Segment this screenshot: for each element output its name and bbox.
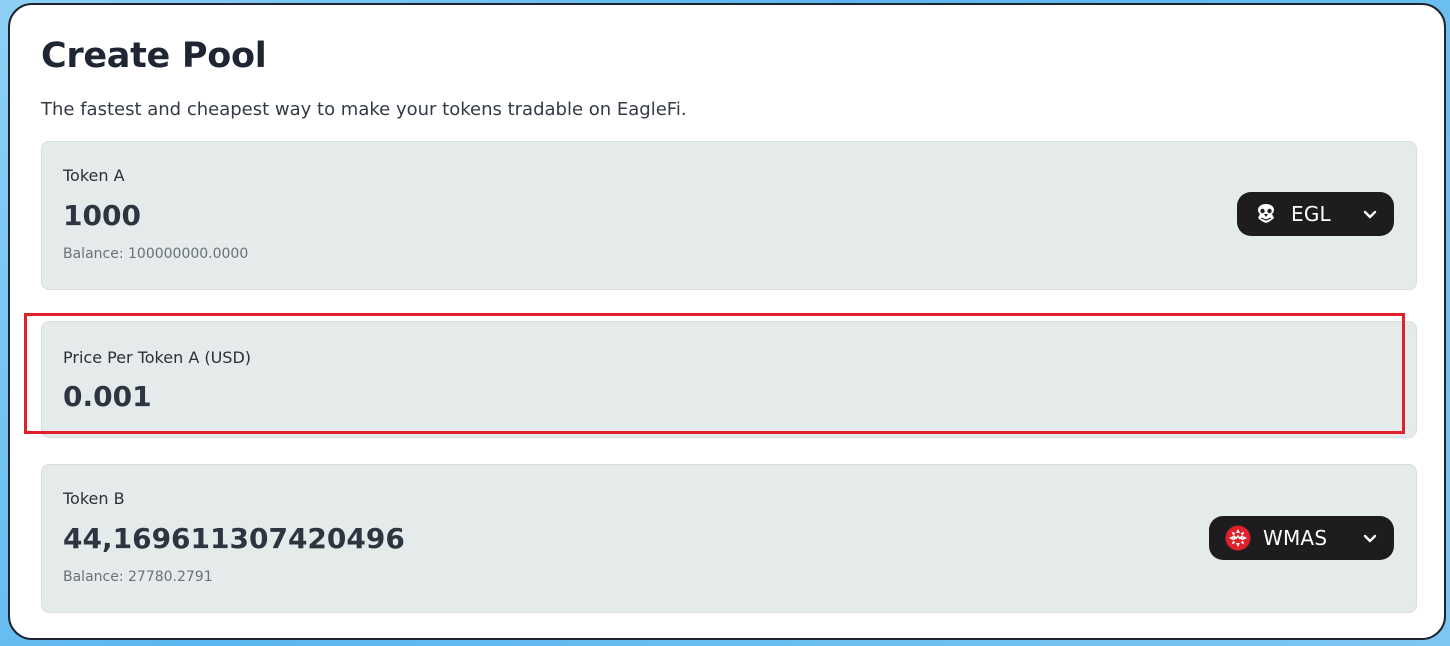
page-subtitle: The fastest and cheapest way to make you… xyxy=(41,99,687,120)
token-a-select-button[interactable]: EGL xyxy=(1237,192,1394,236)
token-a-label: Token A xyxy=(63,166,125,185)
massa-logo-icon xyxy=(1225,525,1251,551)
token-a-symbol: EGL xyxy=(1291,202,1331,226)
token-b-label: Token B xyxy=(63,489,125,508)
token-a-balance: Balance: 100000000.0000 xyxy=(63,246,249,262)
page-title: Create Pool xyxy=(41,36,267,76)
token-b-panel: Token B 44,169611307420496 Balance: 2778… xyxy=(41,464,1417,613)
token-b-amount-input[interactable]: 44,169611307420496 xyxy=(63,522,405,555)
eagle-logo-icon xyxy=(1253,201,1279,227)
chevron-down-icon xyxy=(1362,530,1378,546)
token-a-panel: Token A 1000 Balance: 100000000.0000 EGL xyxy=(41,141,1417,290)
chevron-down-icon xyxy=(1362,206,1378,222)
price-field-highlight xyxy=(24,313,1405,434)
token-b-balance: Balance: 27780.2791 xyxy=(63,569,213,585)
token-b-select-button[interactable]: WMAS xyxy=(1209,516,1394,560)
token-a-amount-input[interactable]: 1000 xyxy=(63,199,141,232)
token-b-symbol: WMAS xyxy=(1263,526,1328,550)
